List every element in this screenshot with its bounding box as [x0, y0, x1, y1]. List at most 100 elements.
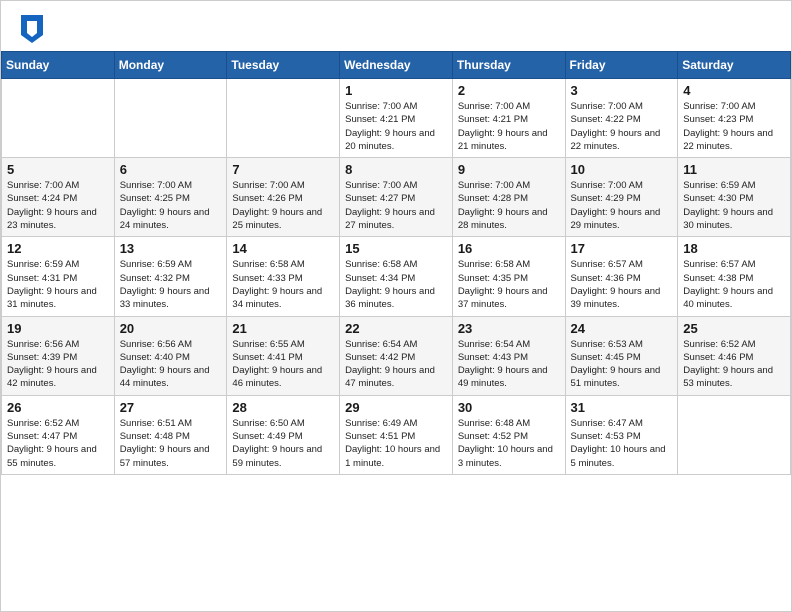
- day-info: Sunrise: 7:00 AMSunset: 4:28 PMDaylight:…: [458, 179, 560, 232]
- calendar-cell: 9 Sunrise: 7:00 AMSunset: 4:28 PMDaylight…: [452, 158, 565, 237]
- calendar-page: SundayMondayTuesdayWednesdayThursdayFrid…: [0, 0, 792, 612]
- calendar-cell: [114, 79, 227, 158]
- calendar-cell: 30Sunrise: 6:48 AMSunset: 4:52 PMDayligh…: [452, 395, 565, 474]
- day-number: 1: [345, 83, 447, 98]
- day-number: 26: [7, 400, 109, 415]
- calendar-cell: 27 Sunrise: 6:51 AMSunset: 4:48 PMDayligh…: [114, 395, 227, 474]
- day-number: 31: [571, 400, 673, 415]
- day-info: Sunrise: 6:49 AMSunset: 4:51 PMDaylight:…: [345, 417, 447, 470]
- day-number: 22: [345, 321, 447, 336]
- day-info: Sunrise: 7:00 AMSunset: 4:21 PMDaylight:…: [345, 100, 447, 153]
- day-number: 19: [7, 321, 109, 336]
- day-number: 21: [232, 321, 334, 336]
- day-number: 24: [571, 321, 673, 336]
- calendar-cell: 4 Sunrise: 7:00 AMSunset: 4:23 PMDaylight…: [678, 79, 791, 158]
- calendar-cell: 17Sunrise: 6:57 AMSunset: 4:36 PMDayligh…: [565, 237, 678, 316]
- calendar-cell: [2, 79, 115, 158]
- logo-icon: [21, 15, 43, 43]
- day-number: 6: [120, 162, 222, 177]
- day-info: Sunrise: 6:58 AMSunset: 4:35 PMDaylight:…: [458, 258, 560, 311]
- calendar-cell: 31 Sunrise: 6:47 AMSunset: 4:53 PMDayligh…: [565, 395, 678, 474]
- day-number: 14: [232, 241, 334, 256]
- day-number: 20: [120, 321, 222, 336]
- calendar-cell: 10 Sunrise: 7:00 AMSunset: 4:29 PMDayligh…: [565, 158, 678, 237]
- day-number: 25: [683, 321, 785, 336]
- day-number: 15: [345, 241, 447, 256]
- calendar-cell: 13 Sunrise: 6:59 AMSunset: 4:32 PMDayligh…: [114, 237, 227, 316]
- calendar-cell: [227, 79, 340, 158]
- day-info: Sunrise: 6:50 AMSunset: 4:49 PMDaylight:…: [232, 417, 334, 470]
- calendar-cell: 14 Sunrise: 6:58 AMSunset: 4:33 PMDayligh…: [227, 237, 340, 316]
- day-number: 3: [571, 83, 673, 98]
- day-number: 5: [7, 162, 109, 177]
- calendar-cell: 21Sunrise: 6:55 AMSunset: 4:41 PMDayligh…: [227, 316, 340, 395]
- day-info: Sunrise: 6:51 AMSunset: 4:48 PMDaylight:…: [120, 417, 222, 470]
- calendar-cell: 2 Sunrise: 7:00 AMSunset: 4:21 PMDaylight…: [452, 79, 565, 158]
- header: [1, 1, 791, 51]
- day-info: Sunrise: 6:52 AMSunset: 4:46 PMDaylight:…: [683, 338, 785, 391]
- calendar-week-3: 12 Sunrise: 6:59 AMSunset: 4:31 PMDayligh…: [2, 237, 791, 316]
- day-info: Sunrise: 6:47 AMSunset: 4:53 PMDaylight:…: [571, 417, 673, 470]
- day-info: Sunrise: 7:00 AMSunset: 4:22 PMDaylight:…: [571, 100, 673, 153]
- calendar-cell: 7Sunrise: 7:00 AMSunset: 4:26 PMDaylight…: [227, 158, 340, 237]
- day-number: 18: [683, 241, 785, 256]
- day-number: 11: [683, 162, 785, 177]
- calendar-cell: 15 Sunrise: 6:58 AMSunset: 4:34 PMDayligh…: [340, 237, 453, 316]
- calendar-cell: 3 Sunrise: 7:00 AMSunset: 4:22 PMDaylight…: [565, 79, 678, 158]
- day-number: 27: [120, 400, 222, 415]
- day-number: 4: [683, 83, 785, 98]
- day-info: Sunrise: 6:59 AMSunset: 4:30 PMDaylight:…: [683, 179, 785, 232]
- day-number: 28: [232, 400, 334, 415]
- calendar-cell: 11 Sunrise: 6:59 AMSunset: 4:30 PMDayligh…: [678, 158, 791, 237]
- day-info: Sunrise: 6:58 AMSunset: 4:34 PMDaylight:…: [345, 258, 447, 311]
- day-info: Sunrise: 7:00 AMSunset: 4:29 PMDaylight:…: [571, 179, 673, 232]
- day-info: Sunrise: 6:53 AMSunset: 4:45 PMDaylight:…: [571, 338, 673, 391]
- day-info: Sunrise: 6:56 AMSunset: 4:40 PMDaylight:…: [120, 338, 222, 391]
- calendar-cell: 12 Sunrise: 6:59 AMSunset: 4:31 PMDayligh…: [2, 237, 115, 316]
- day-info: Sunrise: 6:59 AMSunset: 4:31 PMDaylight:…: [7, 258, 109, 311]
- day-number: 13: [120, 241, 222, 256]
- weekday-header-thursday: Thursday: [452, 52, 565, 79]
- calendar-cell: 23 Sunrise: 6:54 AMSunset: 4:43 PMDayligh…: [452, 316, 565, 395]
- calendar-cell: 1 Sunrise: 7:00 AMSunset: 4:21 PMDaylight…: [340, 79, 453, 158]
- calendar-cell: 20 Sunrise: 6:56 AMSunset: 4:40 PMDayligh…: [114, 316, 227, 395]
- day-number: 9: [458, 162, 560, 177]
- day-info: Sunrise: 7:00 AMSunset: 4:21 PMDaylight:…: [458, 100, 560, 153]
- day-info: Sunrise: 7:00 AMSunset: 4:26 PMDaylight:…: [232, 179, 334, 232]
- day-info: Sunrise: 6:57 AMSunset: 4:36 PMDaylight:…: [571, 258, 673, 311]
- calendar-cell: 22Sunrise: 6:54 AMSunset: 4:42 PMDayligh…: [340, 316, 453, 395]
- calendar-week-1: 1 Sunrise: 7:00 AMSunset: 4:21 PMDaylight…: [2, 79, 791, 158]
- weekday-header-tuesday: Tuesday: [227, 52, 340, 79]
- weekday-header-row: SundayMondayTuesdayWednesdayThursdayFrid…: [2, 52, 791, 79]
- day-info: Sunrise: 6:52 AMSunset: 4:47 PMDaylight:…: [7, 417, 109, 470]
- calendar-cell: 16Sunrise: 6:58 AMSunset: 4:35 PMDayligh…: [452, 237, 565, 316]
- day-number: 29: [345, 400, 447, 415]
- day-info: Sunrise: 7:00 AMSunset: 4:25 PMDaylight:…: [120, 179, 222, 232]
- calendar-cell: 8Sunrise: 7:00 AMSunset: 4:27 PMDaylight…: [340, 158, 453, 237]
- calendar-cell: 29 Sunrise: 6:49 AMSunset: 4:51 PMDayligh…: [340, 395, 453, 474]
- day-number: 10: [571, 162, 673, 177]
- calendar-cell: 28 Sunrise: 6:50 AMSunset: 4:49 PMDayligh…: [227, 395, 340, 474]
- day-number: 23: [458, 321, 560, 336]
- day-info: Sunrise: 6:58 AMSunset: 4:33 PMDaylight:…: [232, 258, 334, 311]
- calendar-cell: 25 Sunrise: 6:52 AMSunset: 4:46 PMDayligh…: [678, 316, 791, 395]
- day-info: Sunrise: 6:57 AMSunset: 4:38 PMDaylight:…: [683, 258, 785, 311]
- weekday-header-monday: Monday: [114, 52, 227, 79]
- day-number: 12: [7, 241, 109, 256]
- weekday-header-sunday: Sunday: [2, 52, 115, 79]
- day-info: Sunrise: 6:59 AMSunset: 4:32 PMDaylight:…: [120, 258, 222, 311]
- calendar-week-5: 26 Sunrise: 6:52 AMSunset: 4:47 PMDayligh…: [2, 395, 791, 474]
- day-info: Sunrise: 7:00 AMSunset: 4:24 PMDaylight:…: [7, 179, 109, 232]
- calendar-cell: 6 Sunrise: 7:00 AMSunset: 4:25 PMDaylight…: [114, 158, 227, 237]
- day-info: Sunrise: 6:56 AMSunset: 4:39 PMDaylight:…: [7, 338, 109, 391]
- weekday-header-saturday: Saturday: [678, 52, 791, 79]
- calendar-table: SundayMondayTuesdayWednesdayThursdayFrid…: [1, 51, 791, 475]
- calendar-cell: 18 Sunrise: 6:57 AMSunset: 4:38 PMDayligh…: [678, 237, 791, 316]
- weekday-header-friday: Friday: [565, 52, 678, 79]
- calendar-cell: 5 Sunrise: 7:00 AMSunset: 4:24 PMDaylight…: [2, 158, 115, 237]
- day-info: Sunrise: 7:00 AMSunset: 4:27 PMDaylight:…: [345, 179, 447, 232]
- day-info: Sunrise: 6:54 AMSunset: 4:43 PMDaylight:…: [458, 338, 560, 391]
- day-info: Sunrise: 7:00 AMSunset: 4:23 PMDaylight:…: [683, 100, 785, 153]
- day-number: 2: [458, 83, 560, 98]
- calendar-cell: 19 Sunrise: 6:56 AMSunset: 4:39 PMDayligh…: [2, 316, 115, 395]
